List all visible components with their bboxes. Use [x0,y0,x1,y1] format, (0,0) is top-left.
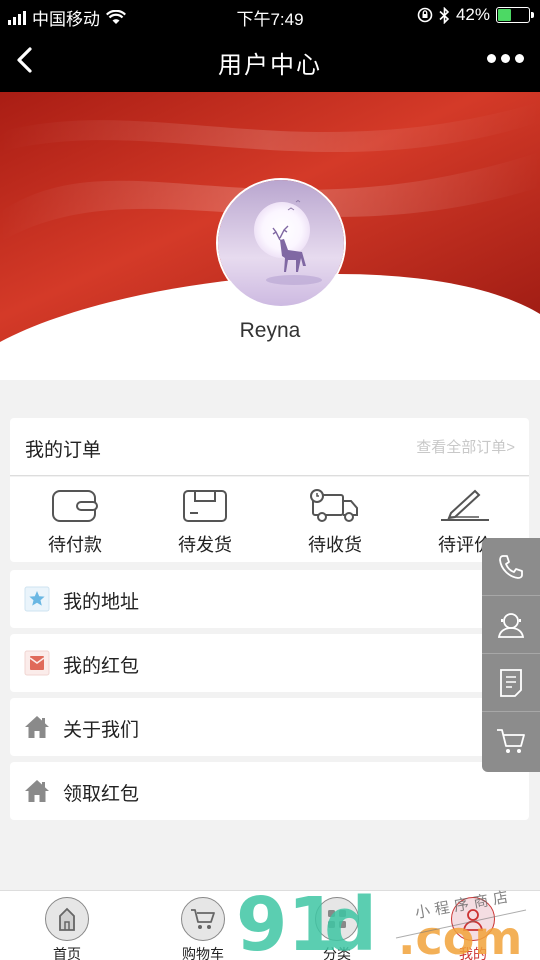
user-icon [462,909,484,931]
order-pending-shipment[interactable]: 待发货 [150,489,260,557]
menu-my-address-label: 我的地址 [63,592,140,613]
cart-icon [497,729,525,753]
notes-icon [500,668,522,697]
deer-moon-avatar [218,180,344,306]
notes-button[interactable] [482,654,540,712]
profile-header: Reyna [0,92,540,380]
grid-icon [328,910,346,928]
username: Reyna [239,319,301,342]
battery-percent: 42% [455,5,490,24]
page-title: 用户中心 [218,52,322,79]
pen-icon [441,489,489,521]
phone-button[interactable] [482,538,540,596]
red-envelope-icon [24,650,50,676]
menu-claim-red-envelope[interactable]: 领取红包 [10,762,529,820]
menu-claim-red-envelope-label: 领取红包 [63,784,140,805]
home-icon [59,907,75,931]
menu-my-red-envelope-label: 我的红包 [63,656,140,677]
order-status-row: 待付款 待发货 待收货 待评价 [10,477,529,562]
customer-service-icon [497,612,525,638]
floating-side-toolbar [482,538,540,772]
bottom-tab-bar: 首页 购物车 分类 我的 [0,890,540,960]
tab-home[interactable]: 首页 [27,897,107,960]
nav-bar: 用户中心 [0,30,540,92]
tab-cart-label: 购物车 [182,946,224,960]
tab-category[interactable]: 分类 [297,897,377,960]
phone-icon [499,554,523,579]
cart-button[interactable] [482,712,540,770]
more-dots-icon[interactable] [487,54,524,63]
menu-about-us-label: 关于我们 [63,720,140,741]
package-icon [183,490,227,522]
view-all-orders-link[interactable]: 查看全部订单> [416,436,515,457]
menu-about-us[interactable]: 关于我们 [10,698,529,756]
my-orders-header: 我的订单 查看全部订单> [10,418,529,476]
order-pending-payment[interactable]: 待付款 [20,489,130,557]
truck-icon [310,489,358,522]
house-icon [25,716,49,738]
my-orders-title: 我的订单 [25,440,102,461]
menu-my-address[interactable]: 我的地址 [10,570,529,628]
tab-category-label: 分类 [323,946,351,960]
avatar[interactable] [216,178,346,308]
orientation-lock-icon [417,7,433,23]
menu-my-red-envelope[interactable]: 我的红包 [10,634,529,692]
house-icon [25,780,49,802]
cart-icon [191,909,215,929]
star-icon [24,586,50,612]
tab-mine-label: 我的 [459,946,487,960]
order-pending-payment-label: 待付款 [48,535,102,555]
wallet-icon [52,490,98,522]
tab-mine[interactable]: 我的 [433,897,513,960]
tab-cart[interactable]: 购物车 [163,897,243,960]
bluetooth-icon [439,6,450,24]
status-bar: 中国移动 下午7:49 42% [0,0,540,30]
order-pending-receipt-label: 待收货 [308,535,362,555]
order-pending-receipt[interactable]: 待收货 [280,489,390,557]
customer-service-button[interactable] [482,596,540,654]
battery-icon [496,7,534,23]
order-pending-shipment-label: 待发货 [178,535,232,555]
tab-home-label: 首页 [53,946,81,960]
